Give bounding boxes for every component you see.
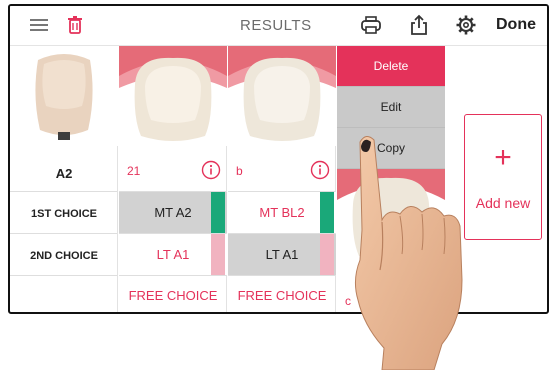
unselected-indicator [211,234,225,275]
second-choice-label: 2ND CHOICE [30,250,98,262]
reference-shade-label: A2 [55,166,73,181]
done-button[interactable]: Done [496,16,536,34]
second-choice-value: LT A1 [265,247,299,262]
pick-label: 21 [127,164,141,178]
second-choice-value: LT A1 [156,247,190,262]
pick-label: b [236,164,243,178]
selected-indicator [211,192,225,233]
free-choice-link[interactable]: FREE CHOICE [228,288,336,303]
pick-column-2[interactable]: b MT BL2 LT A1 FREE CHOICE [228,46,336,312]
page-title: RESULTS [240,17,312,34]
pointing-hand-image [354,136,463,370]
first-choice-label: 1ST CHOICE [30,208,97,220]
info-icon[interactable] [310,160,330,180]
second-choice-cell[interactable]: LT A1 [119,234,227,275]
share-icon[interactable] [408,14,430,36]
edit-menu-item[interactable]: Edit [337,87,445,128]
tooth-photo[interactable] [228,46,336,146]
shade-tab-image [10,46,118,146]
gear-icon[interactable] [455,14,477,36]
delete-menu-item[interactable]: Delete [337,46,445,87]
trash-icon[interactable] [64,14,86,36]
first-choice-cell[interactable]: MT A2 [119,192,227,233]
reference-column: A2 1ST CHOICE 2ND CHOICE [10,46,118,312]
second-choice-cell[interactable]: LT A1 [228,234,336,275]
info-icon[interactable] [201,160,221,180]
menu-icon[interactable] [28,14,50,36]
pick-column-1[interactable]: 21 MT A2 LT A1 FREE CHOICE [119,46,227,312]
first-choice-value: MT BL2 [259,205,305,220]
first-choice-cell[interactable]: MT BL2 [228,192,336,233]
printer-icon[interactable] [360,14,382,36]
first-choice-value: MT A2 [154,205,192,220]
free-choice-link[interactable]: FREE CHOICE [119,288,227,303]
tooth-photo[interactable] [119,46,227,146]
toolbar: RESULTS Done [10,6,547,46]
